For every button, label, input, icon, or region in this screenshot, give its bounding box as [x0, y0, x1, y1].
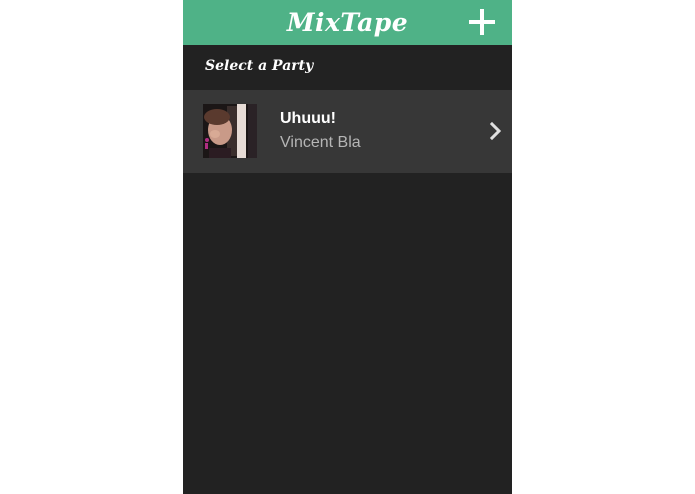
section-label: Select a Party	[205, 58, 314, 74]
app-title: MixTape	[286, 8, 409, 37]
avatar	[203, 104, 257, 158]
party-list-item[interactable]: Uhuuu! Vincent Bla	[183, 90, 512, 173]
party-owner: Vincent Bla	[280, 134, 361, 151]
mixtape-app-screen: MixTape Select a Party Uhuuu! Vincent Bl…	[183, 0, 512, 494]
add-party-button[interactable]	[469, 9, 495, 35]
party-title: Uhuuu!	[280, 110, 336, 127]
app-header: MixTape	[183, 0, 512, 45]
avatar-photo	[203, 104, 257, 158]
chevron-right-icon	[490, 122, 502, 140]
